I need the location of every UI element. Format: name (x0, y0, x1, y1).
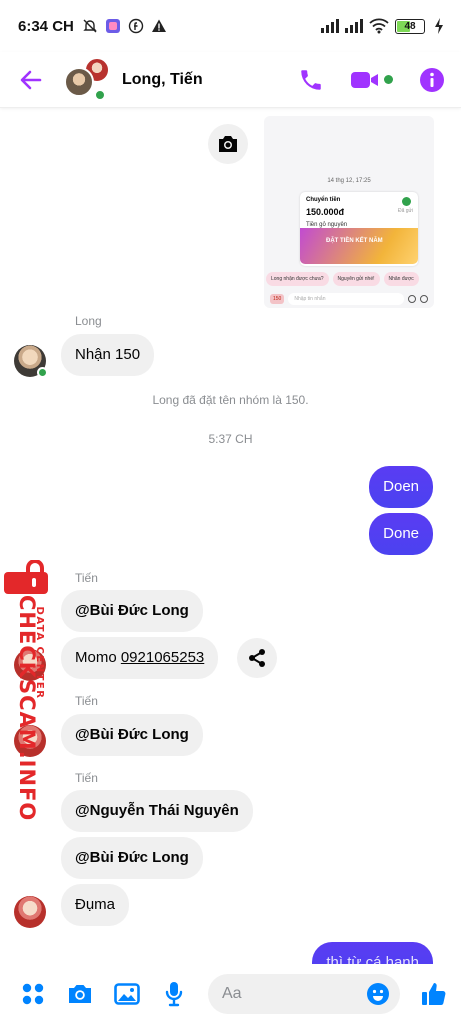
voice-call-button[interactable] (298, 67, 324, 93)
emoji-icon (367, 983, 389, 1005)
video-camera-icon (351, 71, 378, 88)
message-bubble-incoming[interactable]: Đụma (61, 884, 130, 926)
video-call-button[interactable] (350, 69, 393, 91)
shared-image[interactable]: 14 thg 12, 17:25 Chuyển tiền Đã gửi 150.… (264, 116, 434, 308)
conversation-title[interactable]: Long, Tiến (122, 71, 203, 89)
emoji-icon (408, 295, 416, 303)
transfer-amount: 150.000đ (306, 207, 345, 217)
app-notification-icon (105, 18, 121, 34)
battery-level: 48 (404, 20, 416, 32)
watermark-text: CHECKSCAM.INFO (15, 595, 39, 822)
message-bubble-incoming[interactable]: Momo 0921065253 (61, 637, 219, 679)
conversation-header: Long, Tiến (0, 52, 461, 108)
message-bubble-outgoing-partial[interactable]: thì từ cá hanh (312, 942, 433, 964)
message-composer (0, 964, 461, 1024)
share-icon (249, 649, 265, 667)
promo-banner-text: ĐẶT TIỀN KẾT NĂM (326, 238, 383, 244)
microphone-icon (165, 982, 183, 1007)
online-indicator (37, 367, 48, 378)
avatar-long (64, 66, 94, 97)
facebook-icon (128, 18, 144, 34)
gallery-button[interactable] (114, 981, 140, 1007)
watermark: DATA CENTER CHECKSCAM.INFO (0, 560, 50, 822)
camera-icon (69, 985, 91, 1003)
message-bubble-incoming[interactable]: @Bùi Đức Long (61, 714, 203, 756)
shared-image-date: 14 thg 12, 17:25 (327, 178, 371, 184)
group-avatar[interactable] (64, 56, 110, 103)
check-icon (402, 197, 411, 206)
quick-reply-chips: Long nhận được chưa? Nguyên gửi nhé! Nhâ… (266, 272, 419, 286)
message-list[interactable]: 14 thg 12, 17:25 Chuyển tiền Đã gửi 150.… (0, 108, 461, 964)
thumbs-up-icon (422, 983, 446, 1005)
back-button[interactable] (18, 66, 46, 94)
mute-notification-icon (82, 18, 98, 34)
phone-number-link[interactable]: 0921065253 (121, 649, 204, 666)
message-bubble-outgoing[interactable]: Done (369, 513, 433, 555)
chip: Nguyên gửi nhé! (332, 272, 380, 286)
info-icon (420, 67, 444, 92)
back-arrow-icon (20, 70, 42, 89)
camera-button[interactable] (67, 981, 93, 1007)
watermark-lock-icon (4, 560, 48, 594)
voice-message-button[interactable] (161, 981, 187, 1007)
message-bubble-incoming[interactable]: @Bùi Đức Long (61, 837, 203, 879)
wifi-icon (369, 18, 389, 34)
more-actions-button[interactable] (20, 981, 46, 1007)
camera-icon (219, 136, 237, 152)
transfer-status: Đã gửi (397, 208, 413, 214)
message-bubble-incoming[interactable]: @Bùi Đức Long (61, 590, 203, 632)
image-camera-button[interactable] (208, 124, 248, 164)
sender-name: Tiến (75, 694, 98, 708)
input-tag: 150 (270, 294, 285, 304)
signal-1-icon (321, 19, 339, 33)
avatar-tien[interactable] (14, 896, 46, 928)
sender-name: Long (75, 314, 102, 328)
info-button[interactable] (419, 67, 445, 93)
charging-icon (431, 18, 447, 34)
share-button[interactable] (237, 638, 277, 678)
like-button[interactable] (421, 981, 447, 1007)
video-active-dot (384, 75, 393, 84)
online-indicator (94, 88, 106, 101)
sticker-icon (420, 295, 428, 303)
chip: Nhân được (383, 272, 419, 286)
sender-name: Tiến (75, 571, 98, 585)
message-bubble-incoming[interactable]: Nhận 150 (61, 334, 155, 376)
phone-icon (301, 69, 321, 90)
input-placeholder: Nhập tin nhắn (288, 293, 404, 305)
warning-icon (151, 18, 167, 34)
status-bar: 6:34 CH 48 (0, 0, 461, 52)
message-input[interactable] (222, 985, 366, 1003)
transfer-title: Chuyển tiền (306, 197, 341, 203)
signal-2-icon (345, 19, 363, 33)
promo-banner: ĐẶT TIỀN KẾT NĂM (300, 228, 418, 264)
message-input-wrapper (208, 974, 400, 1014)
time-divider: 5:37 CH (208, 432, 253, 446)
status-time: 6:34 CH (18, 17, 74, 35)
message-bubble-outgoing[interactable]: Doen (369, 466, 433, 508)
image-icon (114, 983, 140, 1005)
emoji-button[interactable] (366, 982, 390, 1006)
chip: Long nhận được chưa? (266, 272, 329, 286)
sender-name: Tiến (75, 771, 98, 785)
shared-image-input: 150 Nhập tin nhắn (270, 292, 428, 306)
grid-dots-icon (22, 983, 44, 1005)
battery-icon: 48 (395, 18, 425, 34)
system-message: Long đã đặt tên nhóm là 150. (152, 393, 309, 407)
message-bubble-incoming[interactable]: @Nguyễn Thái Nguyên (61, 790, 253, 832)
message-text: Momo (75, 649, 121, 666)
